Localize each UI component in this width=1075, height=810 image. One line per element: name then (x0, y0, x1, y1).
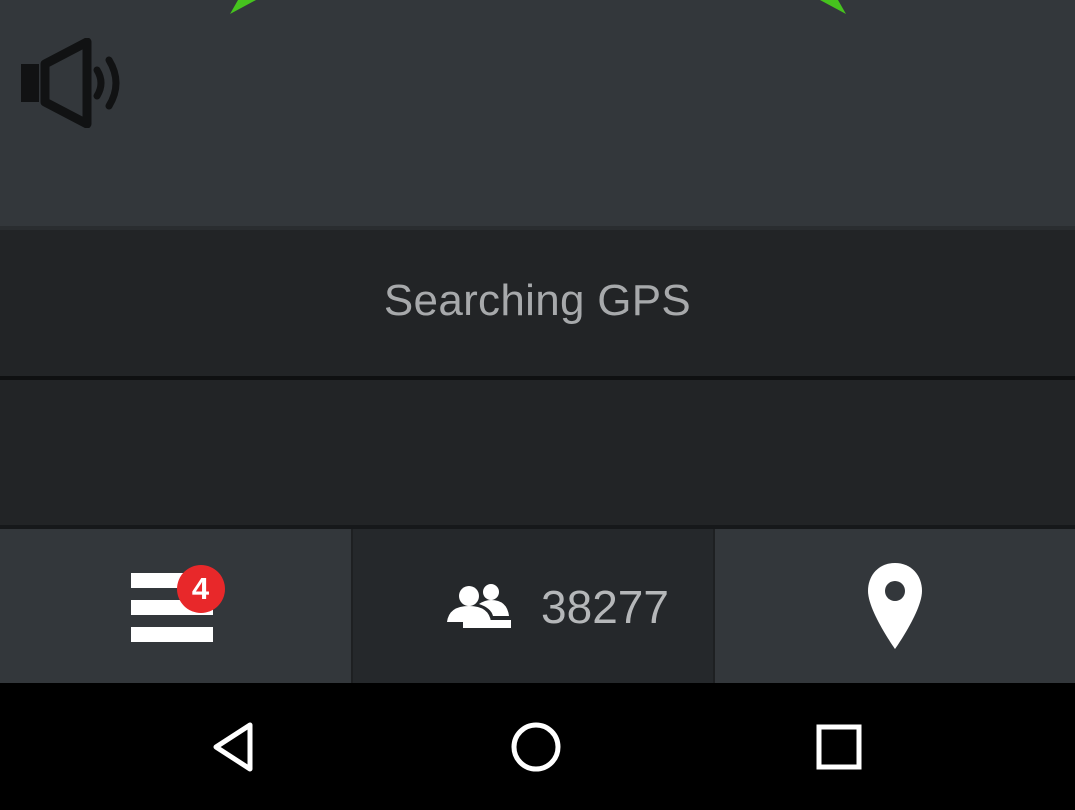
sound-toggle-button[interactable] (14, 36, 130, 130)
location-button[interactable] (715, 529, 1075, 683)
users-icon (447, 584, 512, 628)
online-users-count: 38277 (541, 581, 669, 633)
menu-icon-group: 4 (130, 565, 225, 643)
users-button[interactable]: 38277 (353, 529, 715, 683)
bottom-toolbar: 4 38277 (0, 529, 1075, 683)
notification-badge: 4 (176, 565, 225, 613)
system-navigation-bar (0, 683, 1075, 810)
direction-arrow-right-icon (820, 0, 846, 14)
back-icon (213, 722, 253, 771)
home-button[interactable] (476, 683, 596, 810)
location-pin-icon (868, 563, 922, 649)
recents-button[interactable] (779, 683, 899, 810)
users-group: 38277 (445, 578, 669, 634)
gps-status-text: Searching GPS (383, 276, 692, 325)
home-icon (511, 722, 561, 771)
menu-button[interactable]: 4 (0, 529, 353, 683)
direction-arrow-left-icon (230, 0, 256, 14)
recents-icon (816, 724, 862, 769)
speaker-icon (21, 38, 120, 128)
gps-status-bar: Searching GPS (0, 230, 1075, 376)
back-button[interactable] (174, 683, 294, 810)
map-view[interactable] (0, 0, 1075, 226)
info-panel (0, 380, 1075, 525)
navigation-screen: Searching GPS 4 38277 (0, 0, 1075, 810)
